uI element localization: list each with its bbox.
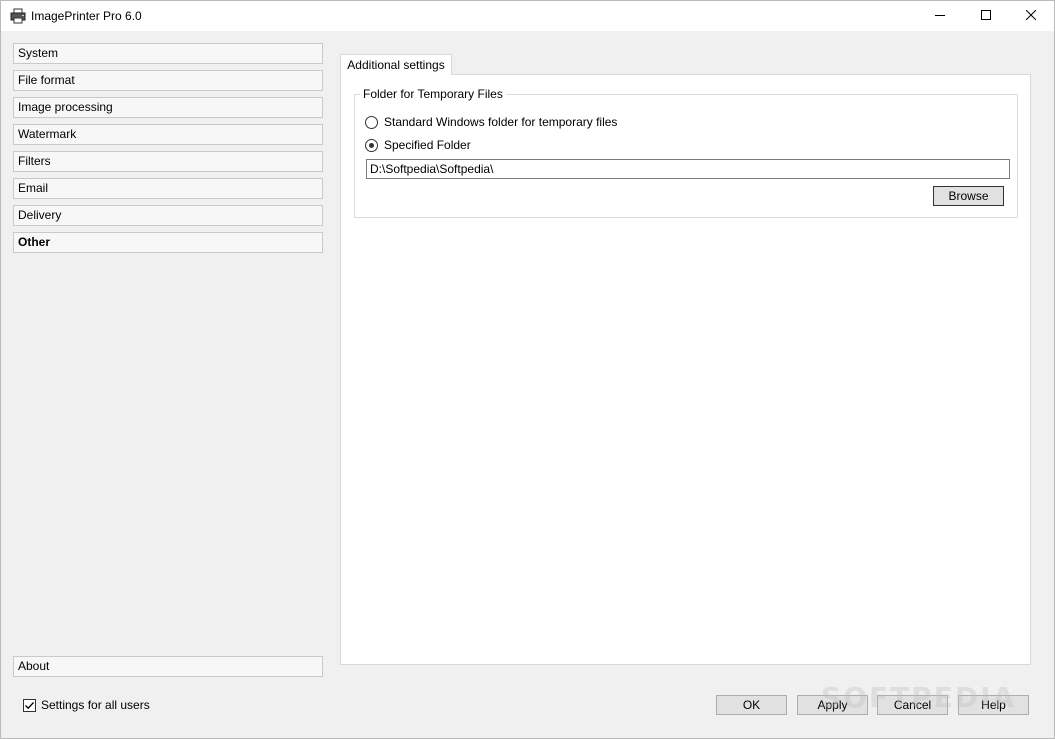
tab-additional-settings[interactable]: Additional settings	[340, 54, 452, 75]
ok-button[interactable]: OK	[716, 695, 787, 715]
window-title: ImagePrinter Pro 6.0	[31, 9, 142, 23]
maximize-button[interactable]	[963, 1, 1009, 31]
sidebar-item-other[interactable]: Other	[13, 232, 323, 253]
about-button[interactable]: About	[13, 656, 323, 677]
standard-folder-label: Standard Windows folder for temporary fi…	[384, 115, 618, 129]
help-button[interactable]: Help	[958, 695, 1029, 715]
printer-icon	[10, 8, 26, 24]
temp-folder-group: Folder for Temporary Files Standard Wind…	[354, 87, 1018, 218]
all-users-checkbox-label: Settings for all users	[41, 698, 150, 712]
sidebar-item-filters[interactable]: Filters	[13, 151, 323, 172]
sidebar-item-file-format[interactable]: File format	[13, 70, 323, 91]
standard-folder-option[interactable]: Standard Windows folder for temporary fi…	[365, 115, 617, 129]
cancel-button[interactable]: Cancel	[877, 695, 948, 715]
minimize-icon	[935, 9, 945, 23]
specified-folder-option[interactable]: Specified Folder	[365, 138, 471, 152]
browse-button[interactable]: Browse	[933, 186, 1004, 206]
temp-folder-group-label: Folder for Temporary Files	[360, 87, 506, 101]
sidebar-item-system[interactable]: System	[13, 43, 323, 64]
close-button[interactable]	[1008, 1, 1054, 31]
app-window: ImagePrinter Pro 6.0 System File format …	[0, 0, 1055, 739]
standard-folder-radio[interactable]	[365, 115, 378, 129]
sidebar-item-email[interactable]: Email	[13, 178, 323, 199]
folder-path-input[interactable]	[366, 159, 1010, 179]
sidebar-item-delivery[interactable]: Delivery	[13, 205, 323, 226]
maximize-icon	[981, 9, 991, 23]
all-users-checkbox[interactable]	[23, 698, 36, 712]
title-bar[interactable]: ImagePrinter Pro 6.0	[1, 1, 1054, 31]
close-icon	[1025, 9, 1037, 23]
specified-folder-radio[interactable]	[365, 138, 378, 152]
specified-folder-label: Specified Folder	[384, 138, 471, 152]
sidebar-item-image-processing[interactable]: Image processing	[13, 97, 323, 118]
all-users-checkbox-row[interactable]: Settings for all users	[23, 698, 150, 712]
minimize-button[interactable]	[917, 1, 963, 31]
sidebar-item-watermark[interactable]: Watermark	[13, 124, 323, 145]
tab-panel-additional-settings: Folder for Temporary Files Standard Wind…	[340, 74, 1031, 665]
apply-button[interactable]: Apply	[797, 695, 868, 715]
